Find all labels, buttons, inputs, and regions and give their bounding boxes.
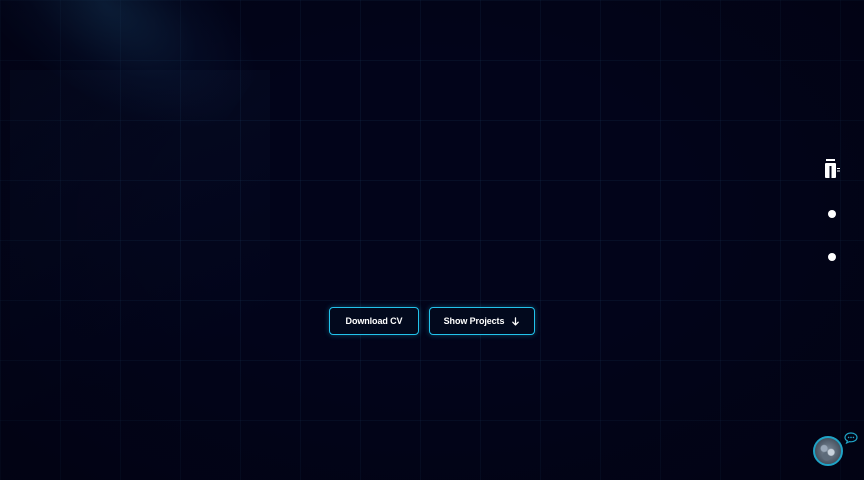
show-projects-label: Show Projects [443, 316, 505, 326]
arrow-down-icon [512, 316, 520, 326]
section-dot-1[interactable] [828, 210, 836, 218]
chat-bubble-icon[interactable] [844, 432, 858, 444]
page: Download CV Show Projects [0, 0, 864, 480]
hero-actions: Download CV Show Projects [329, 307, 535, 335]
chat-widget[interactable] [812, 432, 860, 474]
background-beam [10, 70, 270, 480]
side-navigation [822, 158, 842, 261]
background-glow [0, 0, 289, 170]
download-cv-label: Download CV [345, 316, 403, 326]
background-vignette [0, 0, 864, 480]
section-dot-2[interactable] [828, 253, 836, 261]
download-cv-button[interactable]: Download CV [329, 307, 419, 335]
avatar[interactable] [813, 436, 843, 466]
show-projects-button[interactable]: Show Projects [429, 307, 535, 335]
resume-icon[interactable] [822, 158, 842, 180]
